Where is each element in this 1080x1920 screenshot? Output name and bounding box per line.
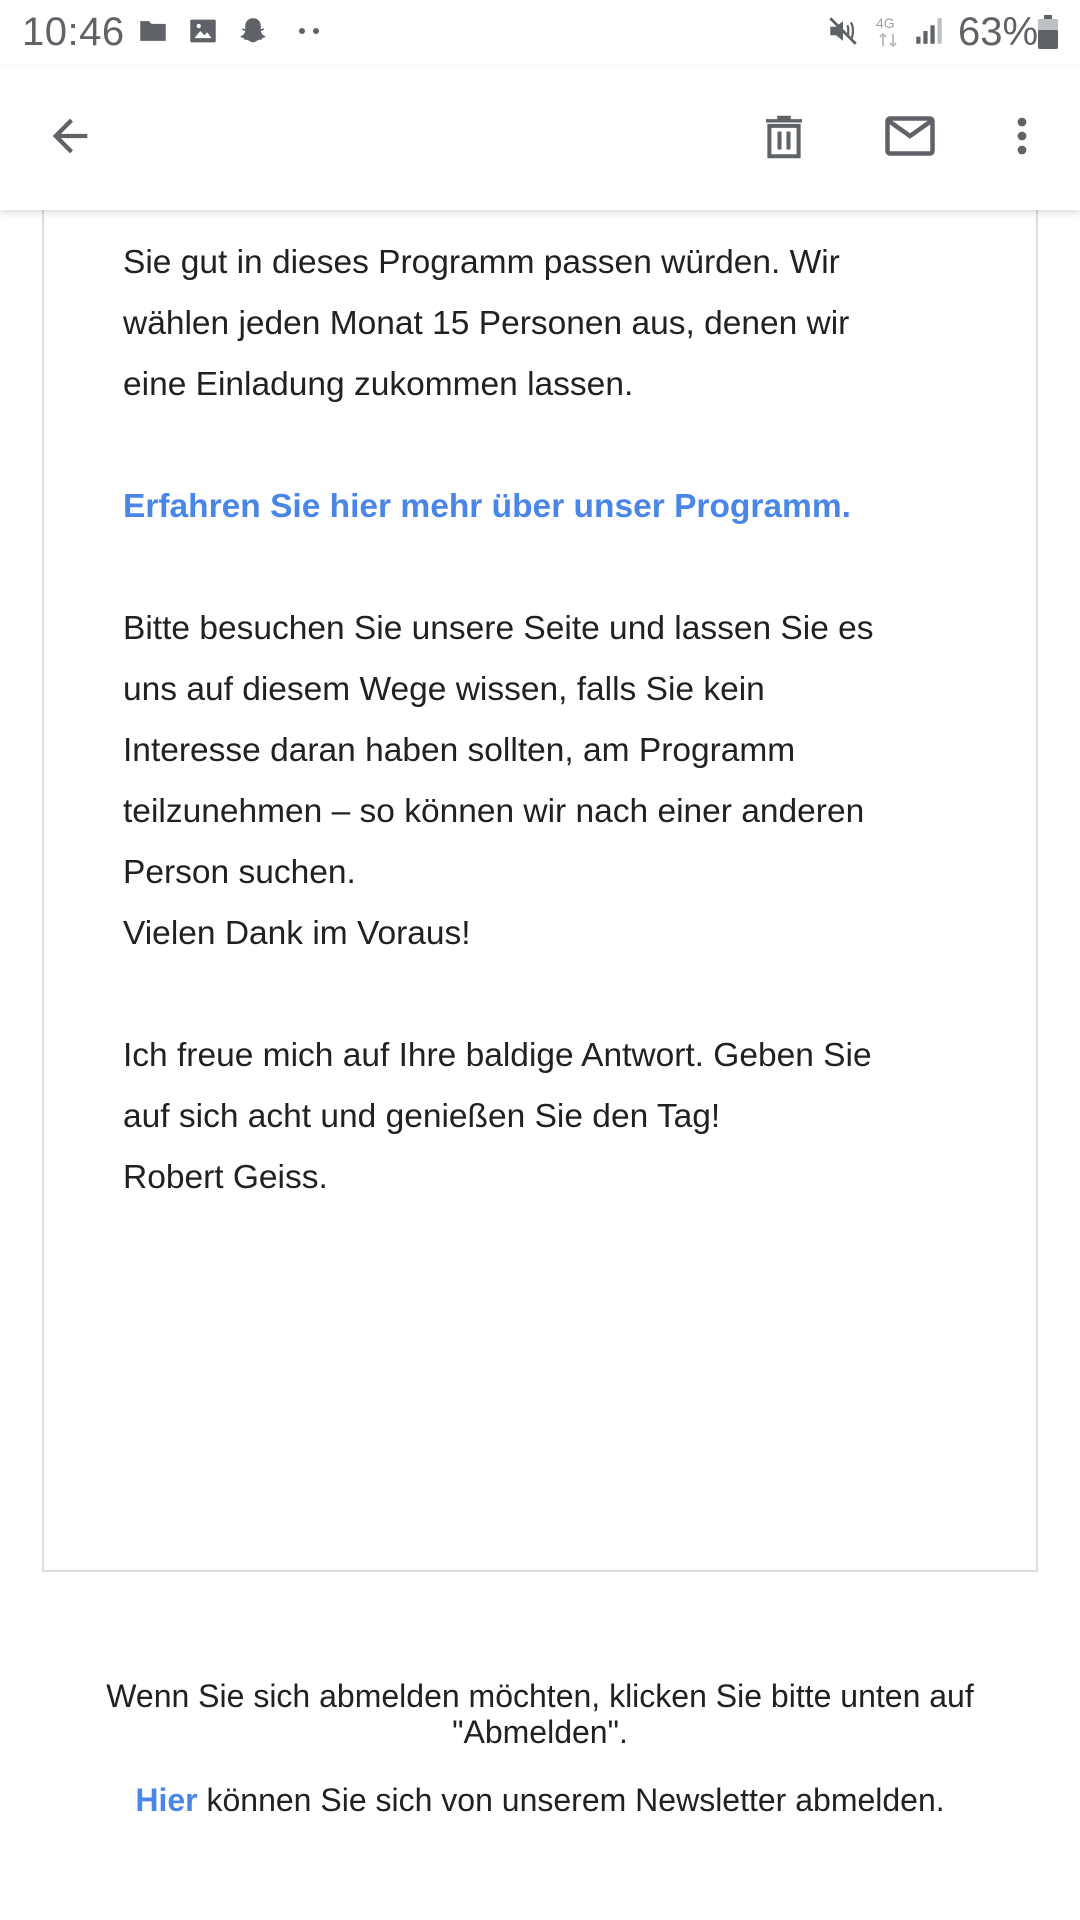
- battery-percent: 63%: [958, 10, 1039, 54]
- trash-icon: [757, 109, 811, 168]
- unsubscribe-link-text: können Sie sich von unserem Newsletter a…: [197, 1782, 945, 1818]
- text-line: Bitte besuchen Sie unsere Seite und lass…: [123, 610, 874, 647]
- program-link-line: Erfahren Sie hier mehr über unser Progra…: [123, 476, 963, 537]
- battery-icon: [1036, 14, 1060, 49]
- mark-unread-button[interactable]: [874, 102, 946, 174]
- unsubscribe-instructions: Wenn Sie sich abmelden möchten, klicken …: [60, 1678, 1020, 1750]
- text-line: wählen jeden Monat 15 Personen aus, dene…: [123, 305, 850, 342]
- more-options-button[interactable]: [986, 102, 1058, 174]
- signal-icon: [912, 14, 946, 48]
- unsubscribe-text-line: "Abmelden".: [452, 1714, 628, 1750]
- mail-icon: [880, 106, 940, 171]
- unsubscribe-link-line: Hier können Sie sich von unserem Newslet…: [60, 1782, 1020, 1818]
- text-line: Sie gut in dieses Programm passen würden…: [123, 244, 840, 281]
- status-time: 10:46: [22, 10, 125, 54]
- paragraph-intro: Sie gut in dieses Programm passen würden…: [123, 232, 963, 415]
- more-dots-icon: [294, 14, 324, 48]
- arrow-back-icon: [44, 110, 96, 167]
- image-icon: [186, 14, 220, 48]
- more-vert-icon: [998, 110, 1046, 167]
- snapchat-icon: [236, 14, 270, 48]
- network-4g-icon: 4G: [874, 14, 904, 48]
- app-bar: [0, 66, 1080, 210]
- paragraph-request: Bitte besuchen Sie unsere Seite und lass…: [123, 598, 963, 964]
- back-button[interactable]: [34, 102, 106, 174]
- unsubscribe-text-line: Wenn Sie sich abmelden möchten, klicken …: [106, 1678, 974, 1714]
- text-line: eine Einladung zukommen lassen.: [123, 366, 634, 403]
- text-line: Person suchen.: [123, 854, 356, 891]
- network-label: 4G: [876, 15, 895, 31]
- mute-icon: [826, 14, 860, 48]
- text-line: Ich freue mich auf Ihre baldige Antwort.…: [123, 1037, 872, 1074]
- signature: Robert Geiss.: [123, 1159, 328, 1196]
- text-line: Interesse daran haben sollten, am Progra…: [123, 732, 796, 769]
- folder-icon: [136, 14, 170, 48]
- delete-button[interactable]: [748, 102, 820, 174]
- text-line: teilzunehmen – so können wir nach einer …: [123, 793, 865, 830]
- paragraph-closing: Ich freue mich auf Ihre baldige Antwort.…: [123, 1025, 963, 1208]
- text-line: auf sich acht und genießen Sie den Tag!: [123, 1098, 721, 1135]
- email-content[interactable]: Sie gut in dieses Programm passen würden…: [0, 210, 1080, 1920]
- status-bar: 10:46 4G 63%: [0, 0, 1080, 66]
- program-link[interactable]: Erfahren Sie hier mehr über unser Progra…: [123, 488, 851, 525]
- text-line: uns auf diesem Wege wissen, falls Sie ke…: [123, 671, 765, 708]
- unsubscribe-here-link[interactable]: Hier: [135, 1782, 197, 1818]
- thanks-line: Vielen Dank im Voraus!: [123, 915, 471, 952]
